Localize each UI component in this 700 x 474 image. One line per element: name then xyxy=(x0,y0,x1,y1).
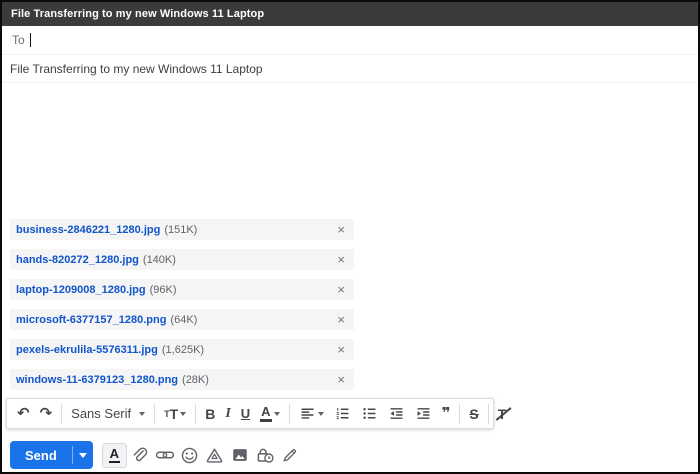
attachment-chip[interactable]: hands-820272_1280.jpg (140K) × xyxy=(10,249,354,270)
attachment-name[interactable]: windows-11-6379123_1280.png xyxy=(16,374,178,386)
text-cursor xyxy=(29,33,31,47)
attachment-name[interactable]: hands-820272_1280.jpg xyxy=(16,254,139,266)
attachment-name[interactable]: pexels-ekrulila-5576311.jpg xyxy=(16,344,158,356)
chevron-down-icon xyxy=(273,411,280,416)
insert-signature-button[interactable] xyxy=(278,443,302,467)
quote-icon: ❞ xyxy=(441,405,451,422)
recipients-field[interactable]: To xyxy=(2,26,698,55)
attachment-chip[interactable]: business-2846221_1280.jpg (151K) × xyxy=(10,219,354,240)
attachment-name[interactable]: microsoft-6377157_1280.png xyxy=(16,314,166,326)
insert-drive-button[interactable] xyxy=(203,443,227,467)
paperclip-icon xyxy=(133,446,148,461)
window-title: File Transferring to my new Windows 11 L… xyxy=(11,8,265,20)
send-button-group: Send xyxy=(10,441,93,469)
attachment-size: (64K) xyxy=(170,313,198,326)
send-label: Send xyxy=(25,447,57,463)
remove-attachment-button[interactable]: × xyxy=(337,343,345,356)
attachment-chip[interactable]: windows-11-6379123_1280.png (28K) × xyxy=(10,369,354,390)
confidential-mode-button[interactable] xyxy=(253,443,277,467)
toolbar-divider xyxy=(288,403,290,424)
attachment-chip[interactable]: laptop-1209008_1280.jpg (96K) × xyxy=(10,279,354,300)
indent-less-icon xyxy=(390,408,403,419)
font-family-label: Sans Serif xyxy=(71,406,132,421)
align-left-icon xyxy=(301,408,314,419)
chevron-down-icon xyxy=(139,411,146,416)
remove-attachment-button[interactable]: × xyxy=(337,373,345,386)
indent-less-button[interactable] xyxy=(383,402,410,426)
bold-button[interactable]: B xyxy=(200,402,220,426)
text-color-icon: A xyxy=(260,405,272,422)
align-button[interactable] xyxy=(294,402,329,426)
toolbar-divider xyxy=(154,403,156,424)
attachment-chip[interactable]: microsoft-6377157_1280.png (64K) × xyxy=(10,309,354,330)
italic-icon: I xyxy=(225,405,231,421)
remove-attachment-button[interactable]: × xyxy=(337,223,345,236)
insert-emoji-button[interactable] xyxy=(178,443,202,467)
pen-icon xyxy=(283,449,296,462)
formatting-toolbar: ↶ ↷ Sans Serif T T B I U A ❞ S xyxy=(6,398,512,429)
redo-icon: ↷ xyxy=(39,405,53,422)
image-icon xyxy=(233,449,247,461)
toolbar-divider xyxy=(195,403,197,424)
remove-formatting-button[interactable]: T xyxy=(493,402,512,426)
attachment-size: (140K) xyxy=(142,253,176,266)
message-body[interactable]: business-2846221_1280.jpg (151K) × hands… xyxy=(2,83,698,423)
bulleted-list-icon xyxy=(362,408,376,419)
toolbar-divider xyxy=(487,403,489,424)
insert-photo-button[interactable] xyxy=(228,443,252,467)
quote-button[interactable]: ❞ xyxy=(437,402,456,426)
attachment-size: (151K) xyxy=(164,223,198,236)
emoji-icon xyxy=(182,447,198,463)
attachment-name[interactable]: business-2846221_1280.jpg xyxy=(16,224,160,236)
attachment-size: (28K) xyxy=(182,373,209,386)
attachment-size: (1,625K) xyxy=(161,343,205,356)
italic-button[interactable]: I xyxy=(220,402,235,426)
insert-link-button[interactable] xyxy=(153,443,177,467)
send-button[interactable]: Send xyxy=(10,441,72,469)
strikethrough-icon: S xyxy=(469,405,479,422)
attach-file-button[interactable] xyxy=(128,443,152,467)
font-size-button[interactable]: T T xyxy=(159,402,191,426)
subject-text: File Transferring to my new Windows 11 L… xyxy=(10,61,263,76)
compose-titlebar[interactable]: File Transferring to my new Windows 11 L… xyxy=(2,2,698,26)
bulleted-list-button[interactable] xyxy=(356,402,383,426)
remove-attachment-button[interactable]: × xyxy=(337,283,345,296)
indent-more-button[interactable] xyxy=(410,402,437,426)
bold-icon: B xyxy=(205,405,216,422)
chevron-down-icon xyxy=(317,411,324,416)
chevron-down-icon xyxy=(180,411,187,416)
send-bar: Send A xyxy=(10,441,302,469)
toolbar-divider xyxy=(459,403,461,424)
drive-icon xyxy=(207,448,223,463)
undo-button[interactable]: ↶ xyxy=(12,402,35,426)
remove-attachment-button[interactable]: × xyxy=(337,313,345,326)
attachment-name[interactable]: laptop-1209008_1280.jpg xyxy=(16,284,146,296)
send-options-button[interactable] xyxy=(73,441,93,469)
formatting-options-toggle[interactable]: A xyxy=(101,442,127,468)
numbered-list-icon xyxy=(336,408,349,420)
redo-button[interactable]: ↷ xyxy=(35,402,58,426)
text-color-button[interactable]: A xyxy=(255,402,284,426)
attachment-size: (96K) xyxy=(149,283,177,296)
chevron-down-icon xyxy=(78,452,87,458)
font-family-selector[interactable]: Sans Serif xyxy=(66,402,150,426)
subject-field[interactable]: File Transferring to my new Windows 11 L… xyxy=(2,55,698,83)
attachment-chip[interactable]: pexels-ekrulila-5576311.jpg (1,625K) × xyxy=(10,339,354,360)
formatting-a-icon: A xyxy=(108,446,120,464)
strikethrough-button[interactable]: S xyxy=(464,402,483,426)
compose-window: File Transferring to my new Windows 11 L… xyxy=(0,0,700,474)
remove-formatting-icon: T xyxy=(495,406,512,422)
indent-more-icon xyxy=(417,408,430,419)
link-icon xyxy=(155,451,174,459)
to-label: To xyxy=(12,33,25,47)
lock-clock-icon xyxy=(257,448,274,463)
attachment-list: business-2846221_1280.jpg (151K) × hands… xyxy=(10,219,354,399)
numbered-list-button[interactable] xyxy=(329,402,356,426)
toolbar-divider xyxy=(61,403,63,424)
remove-attachment-button[interactable]: × xyxy=(337,253,345,266)
underline-icon: U xyxy=(240,406,251,421)
font-size-big-t: T xyxy=(169,405,179,422)
undo-icon: ↶ xyxy=(17,405,30,422)
underline-button[interactable]: U xyxy=(236,402,255,426)
